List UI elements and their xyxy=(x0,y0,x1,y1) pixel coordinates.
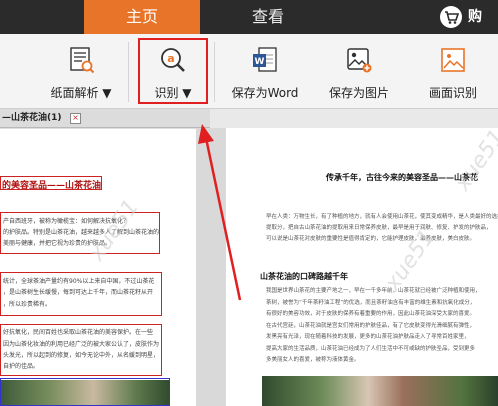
right-body-line: 发黑亮有光泽，现在随着科技的发展，更多的山茶花油护肤品走入了寻常百姓家里， xyxy=(266,334,470,340)
pane-divider xyxy=(196,128,226,406)
left-paragraph-2: 统计，全球茶油产量约有90%以上来自中国，不过山茶花 ，是山茶树生长缓慢，每到可… xyxy=(3,276,161,373)
svg-text:W: W xyxy=(255,57,265,67)
tab-view[interactable]: 查看 xyxy=(210,0,326,34)
watermark: xue51 xyxy=(450,128,498,196)
paper-analysis-label: 纸面解析 ▼ xyxy=(50,86,112,100)
paper-analysis-button[interactable]: 纸面解析 ▼ xyxy=(38,40,124,104)
tea-flower-photo xyxy=(262,376,498,406)
cart-icon xyxy=(440,6,462,28)
ribbon-toolbar: 纸面解析 ▼ a 识别 ▼ W 保存为Word 保存为图片 画面识别 xyxy=(0,34,498,109)
right-body-line: 可以说是山茶花对皮肤的重要性是值得肯定的，它能护理皮肤，滋养皮肤，美白皮肤。 xyxy=(266,236,476,242)
save-as-image-button[interactable]: 保存为图片 xyxy=(318,40,400,104)
right-body-line: 早在人类：万物生长，有了种植的地方，就有人会使用山茶花，使其变成精华，是人类最好… xyxy=(266,214,498,220)
word-doc-icon: W xyxy=(251,46,279,74)
left-p2-line: 因为山茶化妆油的利用已经广泛的被大家公认了，皮肤作为 xyxy=(3,340,160,348)
left-p2-line: 好抗氧化，民间百姓也采取山茶花油的美容保护。在一些 xyxy=(3,329,154,337)
screen-recognize-button[interactable]: 画面识别 xyxy=(414,40,492,104)
cart-label: 购 xyxy=(468,9,482,25)
cart-button[interactable]: 购 xyxy=(438,5,498,29)
screen-recognize-label: 画面识别 xyxy=(428,86,477,100)
image-highlight-box xyxy=(0,378,170,406)
right-body-line: 有很好的美容功效，对于皮肤的保养有着重要的作用，因此山茶花油深受大家的喜爱。 xyxy=(266,311,476,317)
left-p2-line: ，所以珍贵稀有。 xyxy=(3,300,52,308)
right-body-line: 在古代宫廷，山茶花油就是宫女们常用的护肤佳品，有了它皮肤变得光滑细腻有弹性， xyxy=(266,322,476,329)
paper-analysis-icon xyxy=(67,46,95,74)
right-subtitle: 山茶花油的口碑路越千年 xyxy=(260,272,348,281)
save-as-image-label: 保存为图片 xyxy=(328,86,389,100)
save-image-icon xyxy=(345,46,373,74)
top-menu-bar: 主页 查看 购 xyxy=(0,0,498,34)
recognize-highlight-box xyxy=(138,38,208,104)
ruler xyxy=(0,128,196,129)
recognized-result-pane[interactable]: 传承千年，古往今来的美容圣品——山茶花 早在人类：万物生长，有了种植的地方，就有… xyxy=(226,128,498,406)
heading-highlight-box xyxy=(0,176,102,190)
left-p2-line: ，是山茶树生长缓慢，每到可达上千年，而山茶花籽从开 xyxy=(3,289,154,297)
right-body-line: 茶树，被誉为“千年茶籽油工程”的优选，而且茶籽油含有丰富的维生素和抗氧化成分， xyxy=(266,299,476,306)
document-tab-name: —山茶花油(1) xyxy=(2,113,62,123)
document-tab[interactable]: —山茶花油(1) × xyxy=(0,109,210,128)
left-p2-line: 头发光，所以起到的修复，如今无论中外，从名媛到明星， xyxy=(3,352,160,360)
left-p2-line: 统计，全球茶油产量约有90%以上来自中国，不过山茶花 xyxy=(3,278,155,285)
save-as-word-button[interactable]: W 保存为Word xyxy=(222,40,308,104)
save-as-word-label: 保存为Word xyxy=(231,86,299,100)
tab-home[interactable]: 主页 xyxy=(84,0,200,34)
original-document-pane[interactable]: 的美容圣品——山茶花油 产自西班牙，被称为橄榄宝：如何解决抗氧化？ 的护肤品。特… xyxy=(0,128,196,406)
toolbar-separator xyxy=(214,42,215,102)
screen-recognize-icon xyxy=(439,46,467,74)
close-icon[interactable]: × xyxy=(70,113,81,124)
left-p1-line: 的护肤品。特别是山茶花油，越来越多人了解到山茶花油的 xyxy=(3,229,159,236)
toolbar-separator xyxy=(128,42,129,102)
right-body-line: 多美丽女人的喜爱，被称为液体黄金。 xyxy=(266,357,360,363)
left-p2-line: 自护的佳品。 xyxy=(3,363,40,371)
left-p1-line: 美丽与健康，并把它视为珍贵的护肤品。 xyxy=(3,240,112,247)
right-body-line: 我国是世界山茶花的主要产地之一，早在一千多年前，山茶花就已经被广泛种植和使用， xyxy=(266,288,481,294)
right-body-line: 提高大家的生活品质，山茶花油已经成为了人们生活中不可或缺的护肤圣品，受到更多 xyxy=(266,345,476,352)
right-body-2: 我国是世界山茶花的主要产地之一，早在一千多年前，山茶花就已经被广泛种植和使用， … xyxy=(266,286,498,367)
right-body-1: 早在人类：万物生长，有了种植的地方，就有人会使用山茶花，使其变成精华，是人类最好… xyxy=(266,212,498,245)
right-body-line: 提取分，把自古山茶花油的提取用来日常保养皮肤，最早是用于润肤、修复、护发的护肤品… xyxy=(266,225,492,231)
